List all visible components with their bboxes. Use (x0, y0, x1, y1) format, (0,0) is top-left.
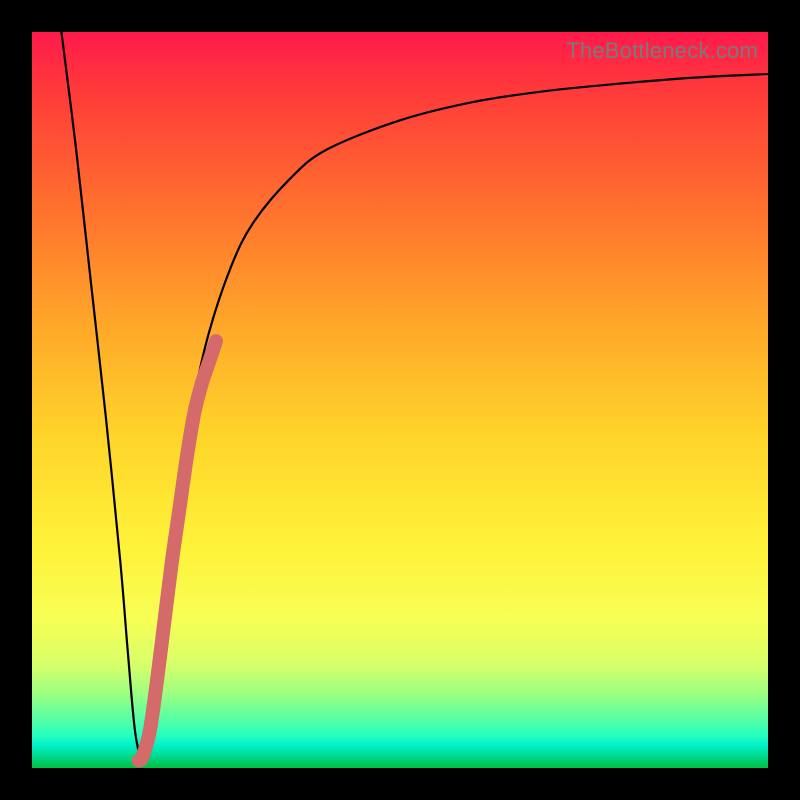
chart-frame: TheBottleneck.com (0, 0, 800, 800)
chart-svg (32, 32, 768, 768)
chart-plot-area: TheBottleneck.com (32, 32, 768, 768)
highlight-segment-line (139, 341, 216, 761)
